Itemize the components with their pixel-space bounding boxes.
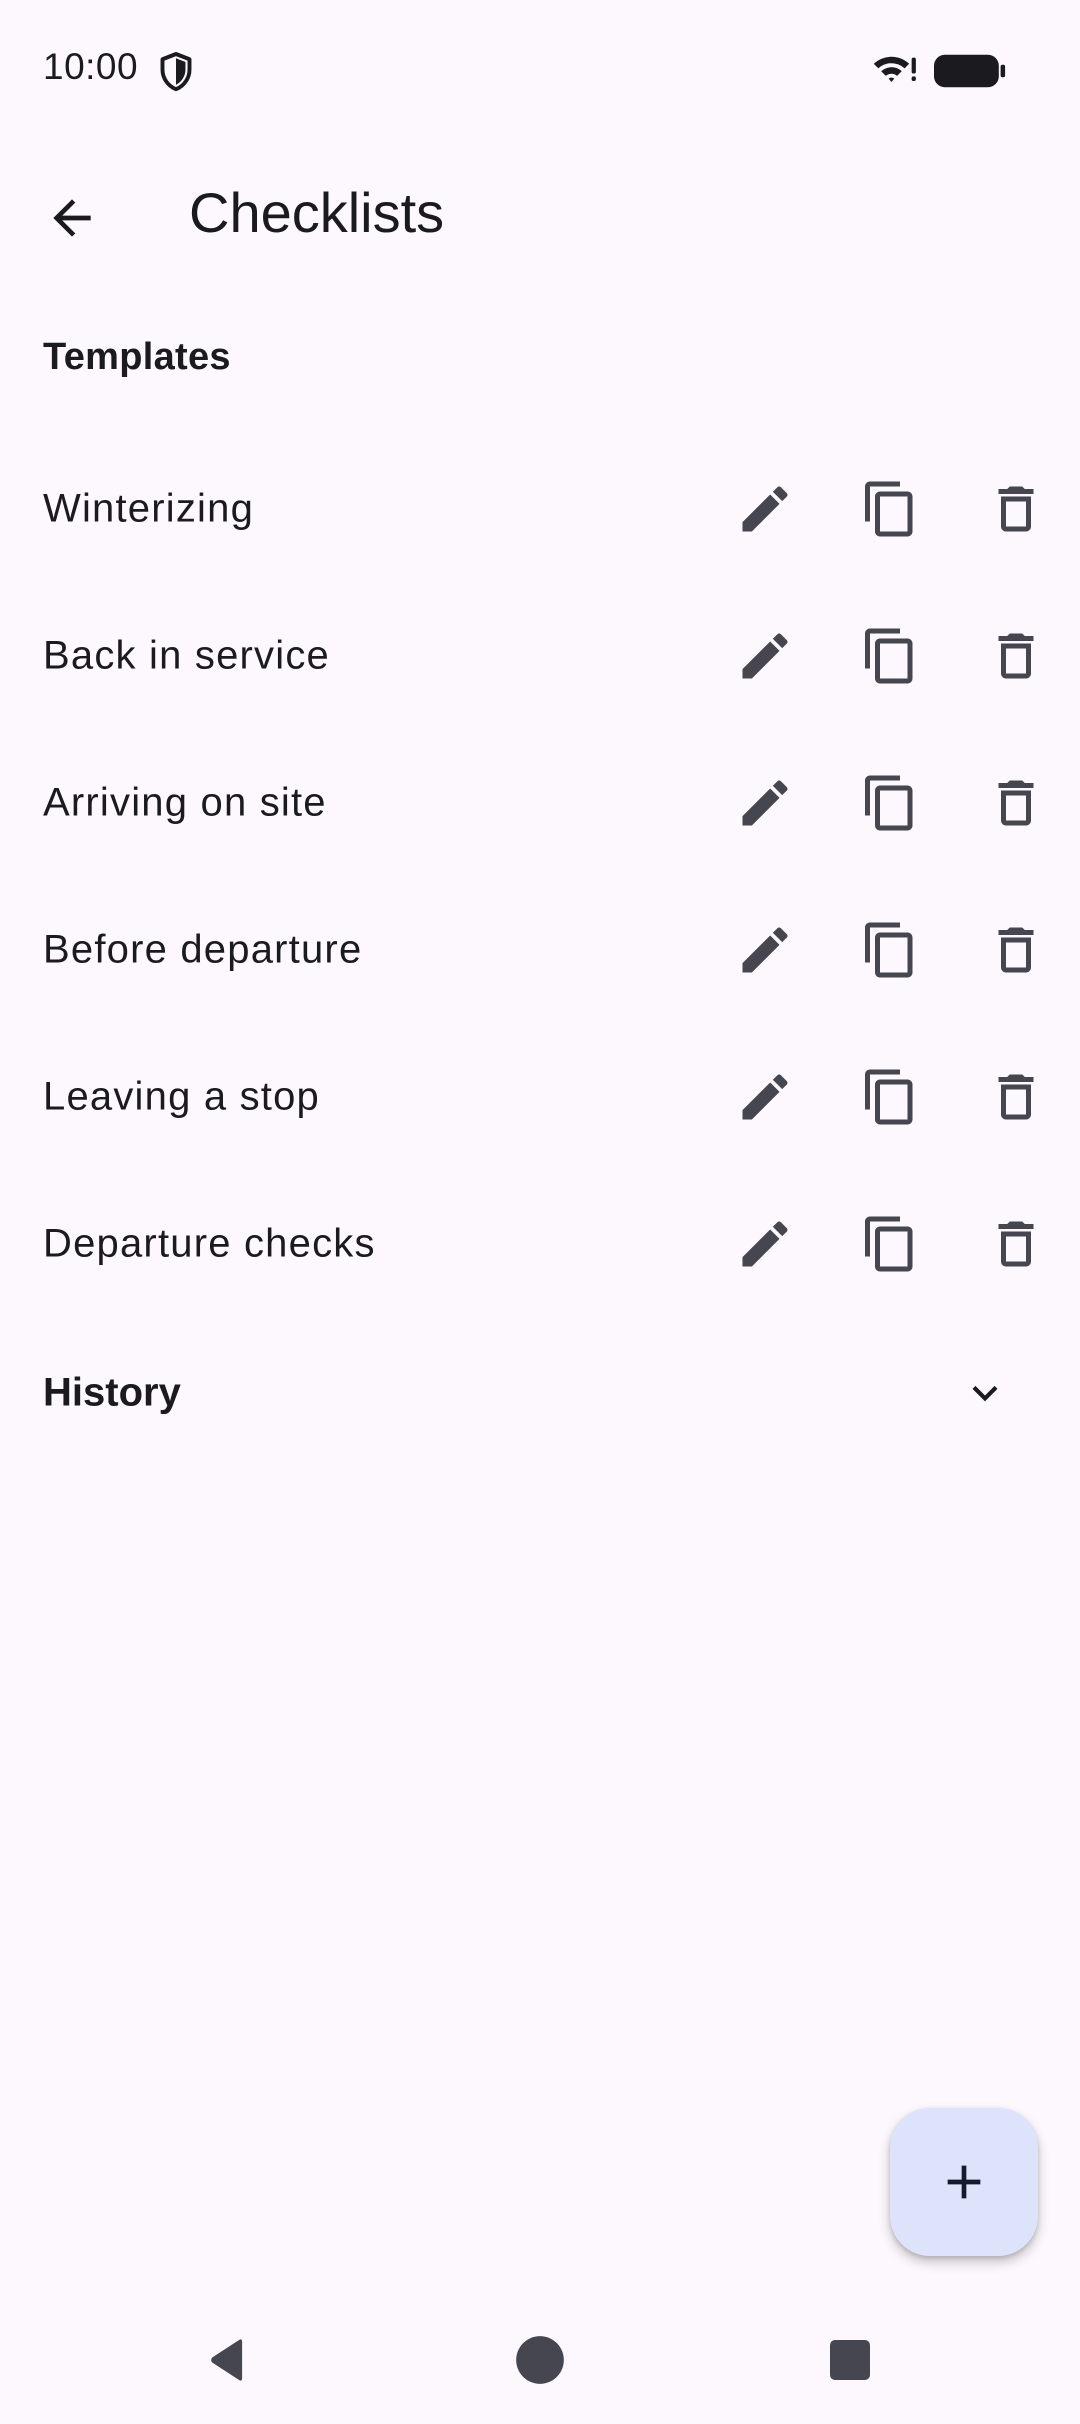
plus-icon <box>947 2165 981 2199</box>
edit-button[interactable] <box>717 1196 813 1292</box>
template-name: Back in service <box>43 633 330 677</box>
delete-icon <box>998 1221 1034 1266</box>
wifi-icon <box>873 56 916 83</box>
chevron-down-icon <box>972 1385 998 1402</box>
delete-icon <box>998 927 1034 972</box>
edit-icon <box>742 1073 788 1119</box>
app-bar: Checklists <box>0 140 1080 288</box>
status-bar: 10:00 <box>0 0 1080 140</box>
add-checklist-button[interactable] <box>890 2108 1038 2256</box>
copy-icon <box>865 628 913 683</box>
delete-button[interactable] <box>968 1196 1064 1292</box>
arrow-back-icon <box>53 199 91 237</box>
copy-icon <box>865 1216 913 1271</box>
edit-icon <box>742 1220 788 1266</box>
nav-back-icon <box>211 2339 243 2381</box>
page-title: Checklists <box>189 181 445 244</box>
copy-button[interactable] <box>842 1049 938 1145</box>
copy-button[interactable] <box>842 902 938 998</box>
shield-icon <box>160 52 192 92</box>
delete-button[interactable] <box>968 461 1064 557</box>
edit-icon <box>742 632 788 678</box>
template-row[interactable]: Before departure <box>0 876 1080 1023</box>
delete-button[interactable] <box>968 1049 1064 1145</box>
edit-icon <box>742 779 788 825</box>
history-label: History <box>43 1370 181 1415</box>
template-name: Leaving a stop <box>43 1074 320 1118</box>
template-row[interactable]: Leaving a stop <box>0 1023 1080 1170</box>
template-row[interactable]: Arriving on site <box>0 729 1080 876</box>
nav-home-icon <box>516 2336 564 2384</box>
template-row[interactable]: Departure checks <box>0 1170 1080 1317</box>
nav-back-button[interactable] <box>180 2312 276 2408</box>
copy-icon <box>865 775 913 830</box>
nav-recents-button[interactable] <box>802 2312 898 2408</box>
edit-button[interactable] <box>717 902 813 998</box>
template-name: Winterizing <box>43 486 255 530</box>
history-expander[interactable]: History <box>0 1320 1080 1466</box>
templates-section-header: Templates <box>43 336 231 378</box>
status-time: 10:00 <box>43 46 139 87</box>
nav-home-button[interactable] <box>492 2312 588 2408</box>
delete-button[interactable] <box>968 755 1064 851</box>
nav-recents-icon <box>830 2340 870 2380</box>
edit-button[interactable] <box>717 608 813 704</box>
copy-button[interactable] <box>842 608 938 704</box>
edit-icon <box>742 485 788 531</box>
edit-icon <box>742 926 788 972</box>
edit-button[interactable] <box>717 1049 813 1145</box>
copy-icon <box>865 922 913 977</box>
delete-button[interactable] <box>968 608 1064 704</box>
delete-icon <box>998 1074 1034 1119</box>
back-button[interactable] <box>24 170 120 266</box>
copy-button[interactable] <box>842 461 938 557</box>
system-nav-bar <box>0 2292 1080 2424</box>
copy-button[interactable] <box>842 755 938 851</box>
delete-icon <box>998 486 1034 531</box>
template-row[interactable]: Winterizing <box>0 435 1080 582</box>
template-row[interactable]: Back in service <box>0 582 1080 729</box>
template-name: Before departure <box>43 927 363 971</box>
delete-icon <box>998 780 1034 825</box>
template-name: Arriving on site <box>43 780 327 824</box>
copy-icon <box>865 1069 913 1124</box>
delete-icon <box>998 633 1034 678</box>
delete-button[interactable] <box>968 902 1064 998</box>
copy-icon <box>865 481 913 536</box>
template-name: Departure checks <box>43 1221 376 1265</box>
copy-button[interactable] <box>842 1196 938 1292</box>
battery-icon <box>934 54 1006 88</box>
edit-button[interactable] <box>717 755 813 851</box>
edit-button[interactable] <box>717 461 813 557</box>
